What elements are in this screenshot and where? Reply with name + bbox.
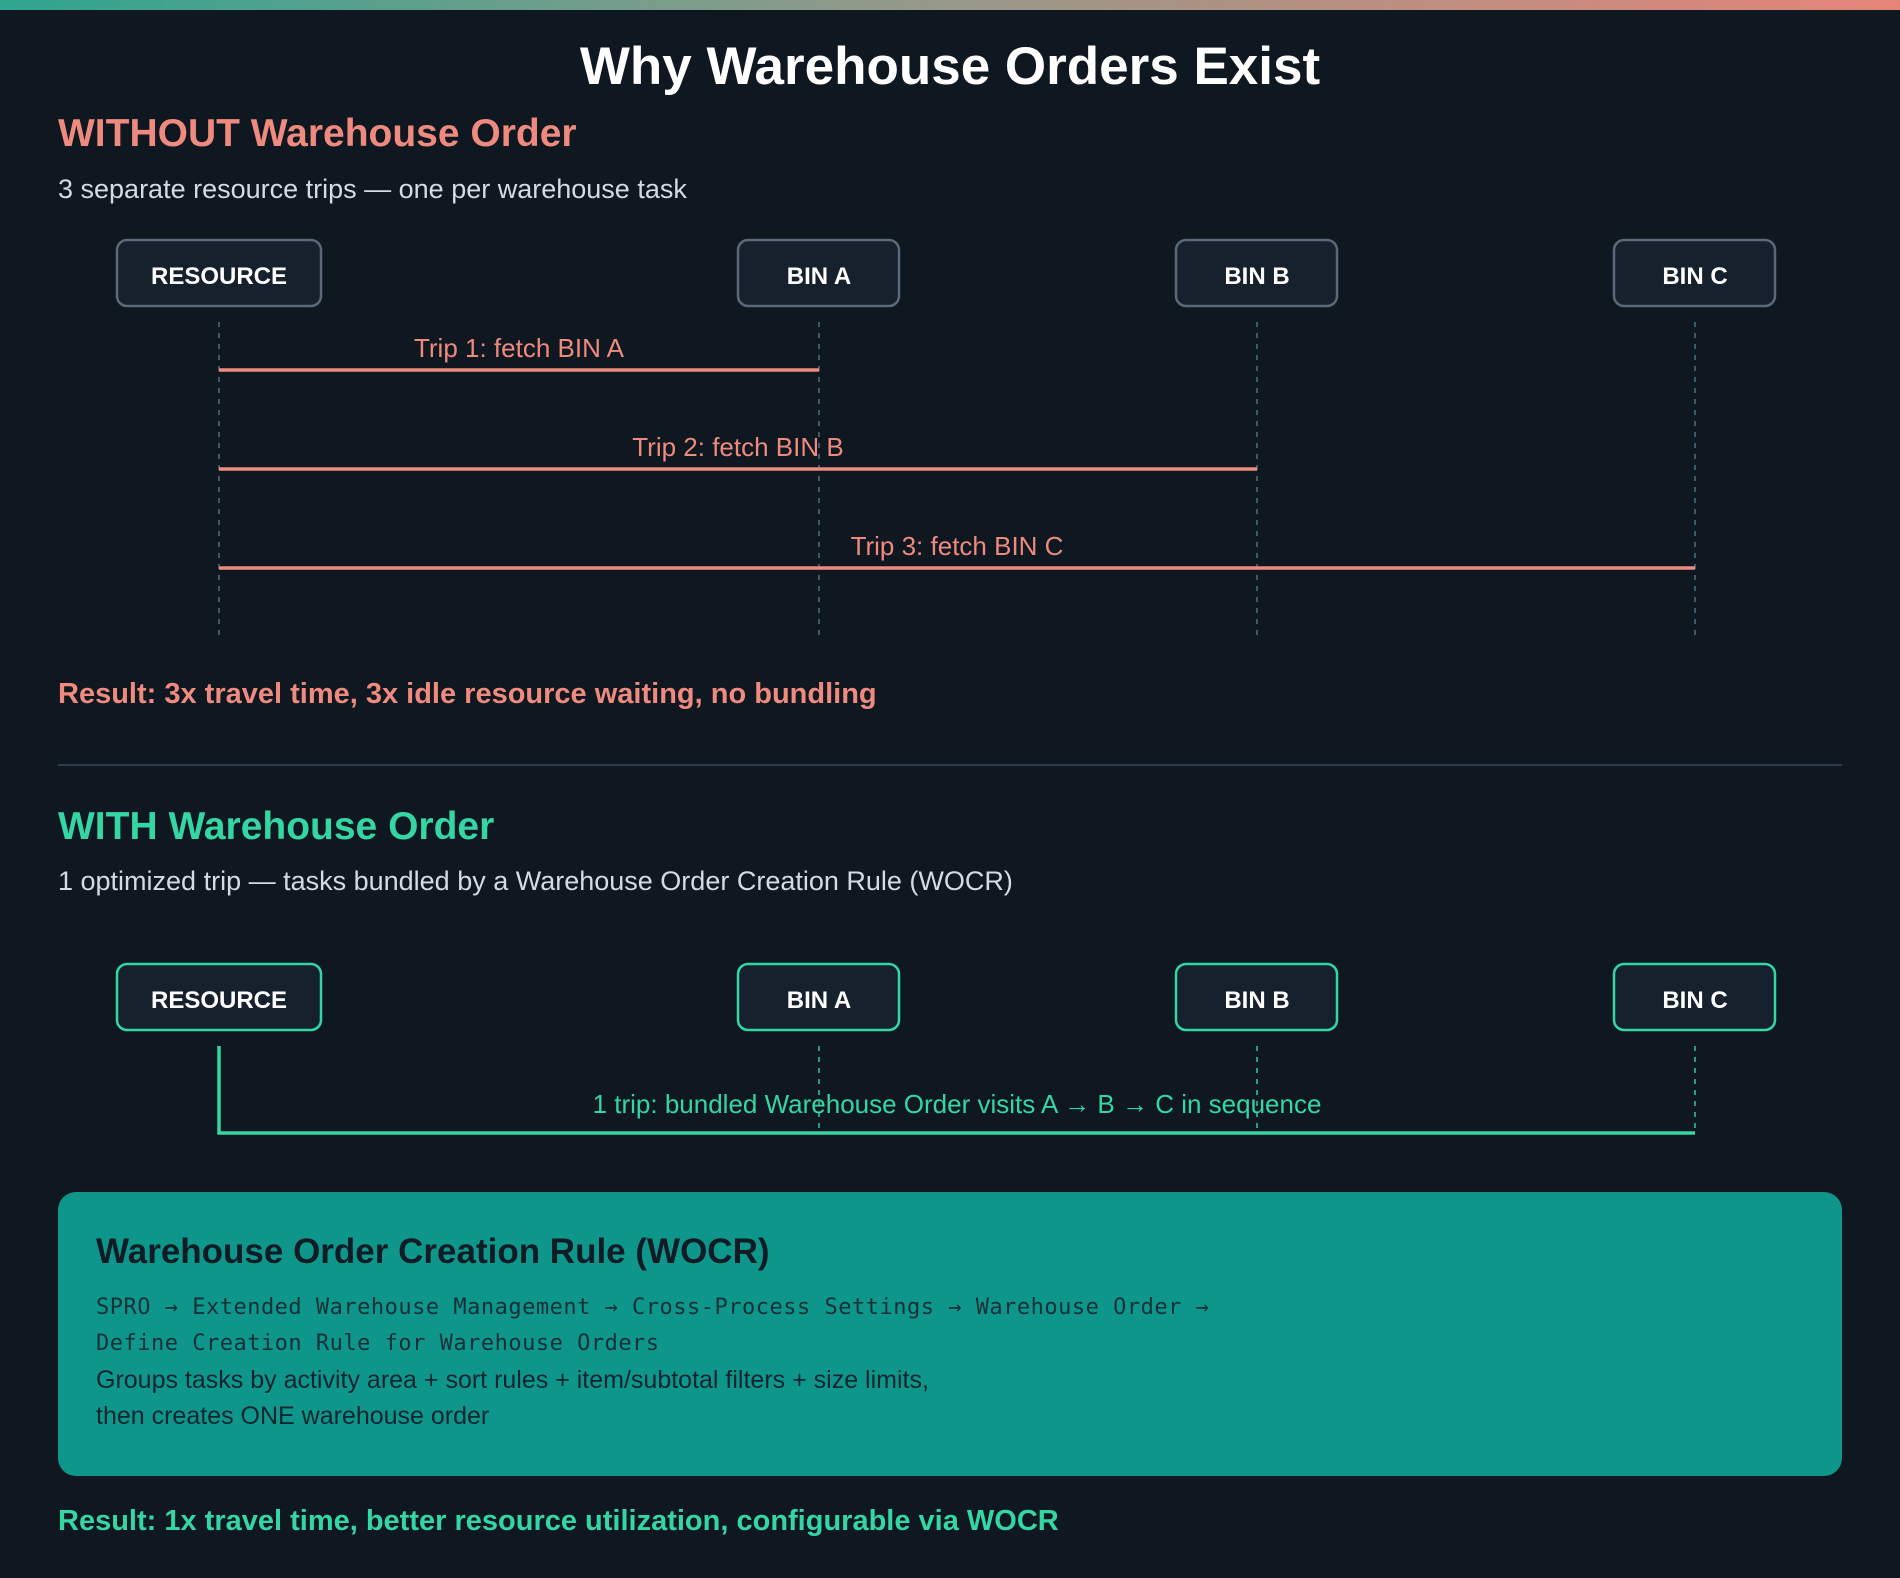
node-label: RESOURCE <box>151 987 287 1014</box>
trip-2-label: Trip 2: fetch BIN B <box>632 432 843 462</box>
without-node-resource: RESOURCE <box>115 238 323 308</box>
node-label: RESOURCE <box>151 263 287 290</box>
node-label: BIN C <box>1662 987 1727 1014</box>
section-divider <box>58 764 1842 766</box>
trip-1-label: Trip 1: fetch BIN A <box>414 333 625 363</box>
without-node-bin-b: BIN B <box>1174 238 1339 308</box>
node-label: BIN C <box>1662 263 1727 290</box>
wocr-desc-line-2: then creates ONE warehouse order <box>96 1402 490 1430</box>
with-section-title: WITH Warehouse Order <box>58 805 495 848</box>
without-result: Result: 3x travel time, 3x idle resource… <box>58 678 877 710</box>
node-label: BIN A <box>787 987 851 1014</box>
without-node-bin-c: BIN C <box>1612 238 1777 308</box>
without-node-bin-a: BIN A <box>736 238 901 308</box>
wocr-title: Warehouse Order Creation Rule (WOCR) <box>96 1232 770 1271</box>
wocr-path-line-1: SPRO → Extended Warehouse Management → C… <box>96 1295 1210 1320</box>
wocr-info-box: Warehouse Order Creation Rule (WOCR) SPR… <box>58 1192 1842 1476</box>
with-result: Result: 1x travel time, better resource … <box>58 1505 1059 1537</box>
with-section-subtitle: 1 optimized trip — tasks bundled by a Wa… <box>58 866 1013 896</box>
bundled-trip-label: 1 trip: bundled Warehouse Order visits A… <box>593 1089 1322 1119</box>
trip-3-label: Trip 3: fetch BIN C <box>851 531 1064 561</box>
wocr-config-path: SPRO → Extended Warehouse Management → C… <box>96 1290 1296 1362</box>
wocr-description: Groups tasks by activity area + sort rul… <box>96 1362 1096 1434</box>
with-node-bin-a: BIN A <box>736 962 901 1032</box>
wocr-path-line-2: Define Creation Rule for Warehouse Order… <box>96 1331 660 1356</box>
node-label: BIN B <box>1224 263 1289 290</box>
wocr-desc-line-1: Groups tasks by activity area + sort rul… <box>96 1366 929 1394</box>
with-node-bin-b: BIN B <box>1174 962 1339 1032</box>
node-label: BIN A <box>787 263 851 290</box>
with-node-resource: RESOURCE <box>115 962 323 1032</box>
node-label: BIN B <box>1224 987 1289 1014</box>
with-node-bin-c: BIN C <box>1612 962 1777 1032</box>
